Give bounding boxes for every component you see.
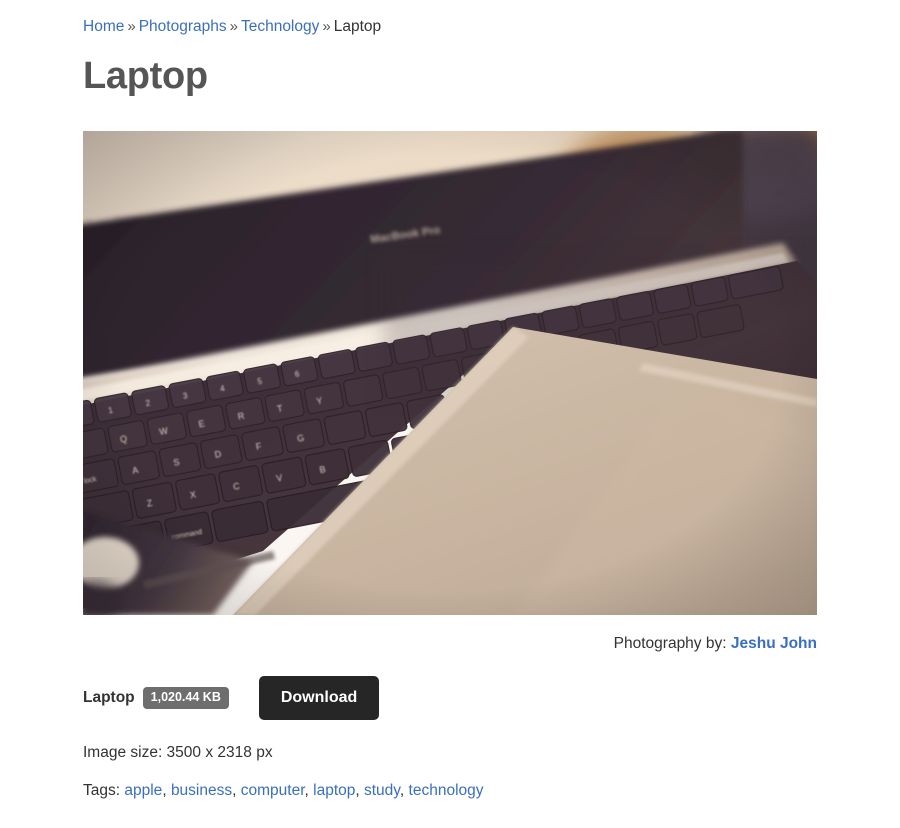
tag-link-computer[interactable]: computer: [241, 782, 305, 799]
breadcrumb-separator: »: [127, 18, 136, 35]
page-title: Laptop: [83, 54, 208, 97]
breadcrumb-separator: »: [322, 18, 331, 35]
file-name-label: Laptop: [83, 689, 135, 706]
tag-separator: ,: [399, 781, 409, 799]
tag-separator: ,: [162, 781, 171, 799]
page-root: Home» Photographs» Technology» Laptop Lapto…: [0, 0, 900, 828]
content-column: Home» Photographs» Technology» Laptop Lapto…: [83, 0, 817, 798]
tag-link-business[interactable]: business: [171, 782, 232, 799]
credit-prefix: Photography by:: [613, 634, 727, 652]
tag-link-apple[interactable]: apple: [124, 782, 162, 799]
tag-separator: ,: [304, 781, 314, 799]
photo-container: rg Business About Apply Info More MacBoo…: [83, 130, 817, 615]
breadcrumb-item-current: Laptop: [333, 18, 382, 35]
photography-credit: Photography by: Jeshu John: [83, 615, 817, 652]
tag-link-technology[interactable]: technology: [409, 782, 484, 799]
download-row: Laptop 1,020.44 KB Download: [83, 651, 817, 720]
tag-link-study[interactable]: study: [364, 782, 400, 799]
breadcrumb: Home» Photographs» Technology» Laptop: [83, 0, 817, 35]
breadcrumb-item-photographs[interactable]: Photographs: [139, 18, 227, 35]
file-size-badge: 1,020.44 KB: [142, 687, 229, 709]
photographer-link[interactable]: Jeshu John: [731, 635, 817, 652]
laptop-photograph: rg Business About Apply Info More MacBoo…: [83, 130, 817, 615]
breadcrumb-item-home[interactable]: Home: [83, 18, 124, 35]
tag-separator: ,: [232, 781, 241, 799]
download-button[interactable]: Download: [258, 676, 380, 720]
tags-line: Tags: apple, business, computer, laptop,…: [83, 761, 817, 799]
tags-list: apple, business, computer, laptop, study…: [124, 782, 483, 799]
tag-separator: ,: [355, 781, 364, 799]
breadcrumb-item-technology[interactable]: Technology: [241, 18, 319, 35]
tags-label: Tags:: [83, 781, 121, 799]
tag-link-laptop[interactable]: laptop: [313, 782, 355, 799]
image-size-text: Image size: 3500 x 2318 px: [83, 744, 273, 761]
breadcrumb-separator: »: [229, 18, 238, 35]
